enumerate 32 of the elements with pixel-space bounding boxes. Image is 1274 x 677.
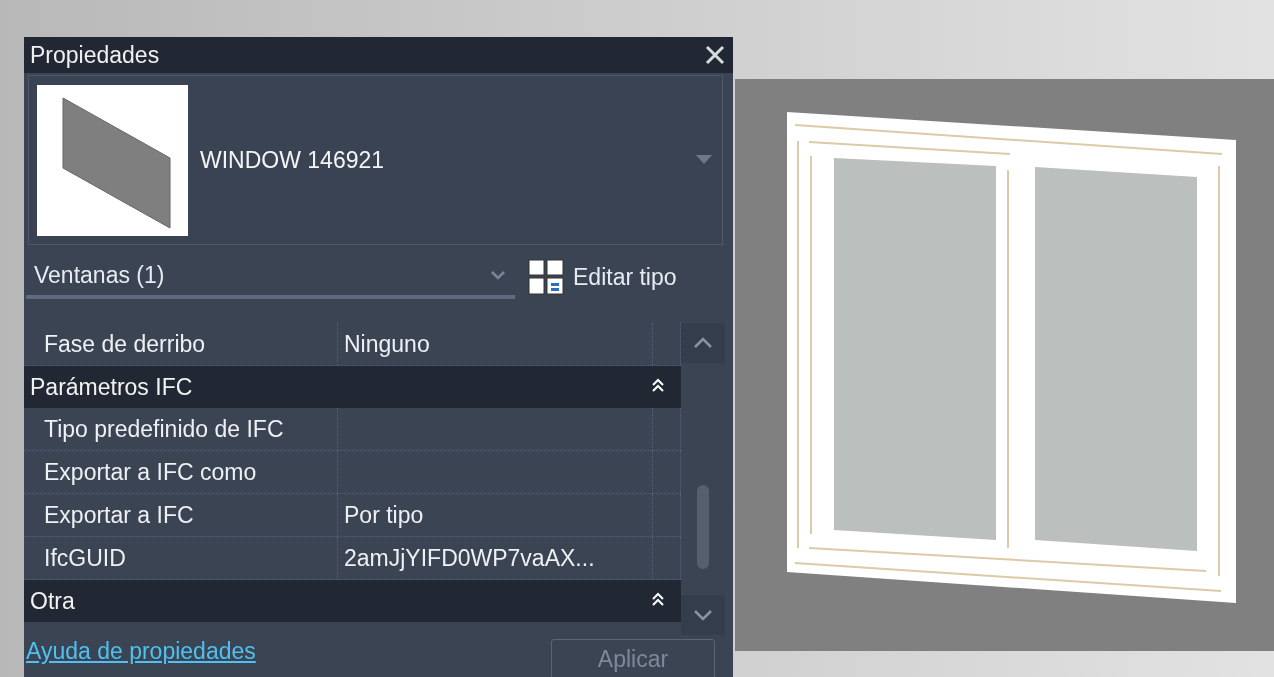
property-label: IfcGUID <box>24 537 338 579</box>
property-value[interactable]: 2amJjYIFD0WP7vaAX... <box>338 537 653 579</box>
chevron-down-icon <box>693 609 713 621</box>
chevron-down-icon <box>491 270 505 280</box>
property-label: Exportar a IFC <box>24 494 338 536</box>
scroll-down-button[interactable] <box>681 595 725 635</box>
help-link[interactable]: Ayuda de propiedades <box>26 638 256 665</box>
property-label: Exportar a IFC como <box>24 451 338 493</box>
category-filter-value: Ventanas (1) <box>34 261 165 289</box>
category-filter[interactable]: Ventanas (1) <box>26 255 515 299</box>
group-title: Parámetros IFC <box>30 373 193 401</box>
edit-type-icon <box>527 258 565 296</box>
edit-type-button[interactable]: Editar tipo <box>525 256 679 298</box>
close-button[interactable] <box>703 43 727 67</box>
scrollbar-thumb[interactable] <box>697 485 709 569</box>
chevron-up-icon <box>693 337 713 349</box>
scroll-up-button[interactable] <box>681 323 725 363</box>
property-label: Fase de derribo <box>24 323 338 365</box>
property-label: Tipo predefinido de IFC <box>24 408 338 450</box>
double-chevron-up-icon <box>651 591 665 607</box>
double-chevron-up-icon <box>651 377 665 393</box>
type-name: WINDOW 146921 <box>200 146 386 174</box>
property-value[interactable]: Por tipo <box>338 494 653 536</box>
group-title: Otra <box>30 587 75 615</box>
scrollbar[interactable] <box>681 323 725 635</box>
property-group-header[interactable]: Otra <box>24 580 681 622</box>
close-icon <box>705 45 725 65</box>
panel-title: Propiedades <box>30 41 160 69</box>
dropdown-arrow-icon <box>696 155 712 165</box>
property-group-header[interactable]: Parámetros IFC <box>24 366 681 408</box>
type-selector[interactable]: WINDOW 146921 <box>28 75 723 245</box>
property-value[interactable]: Ninguno <box>338 323 653 365</box>
